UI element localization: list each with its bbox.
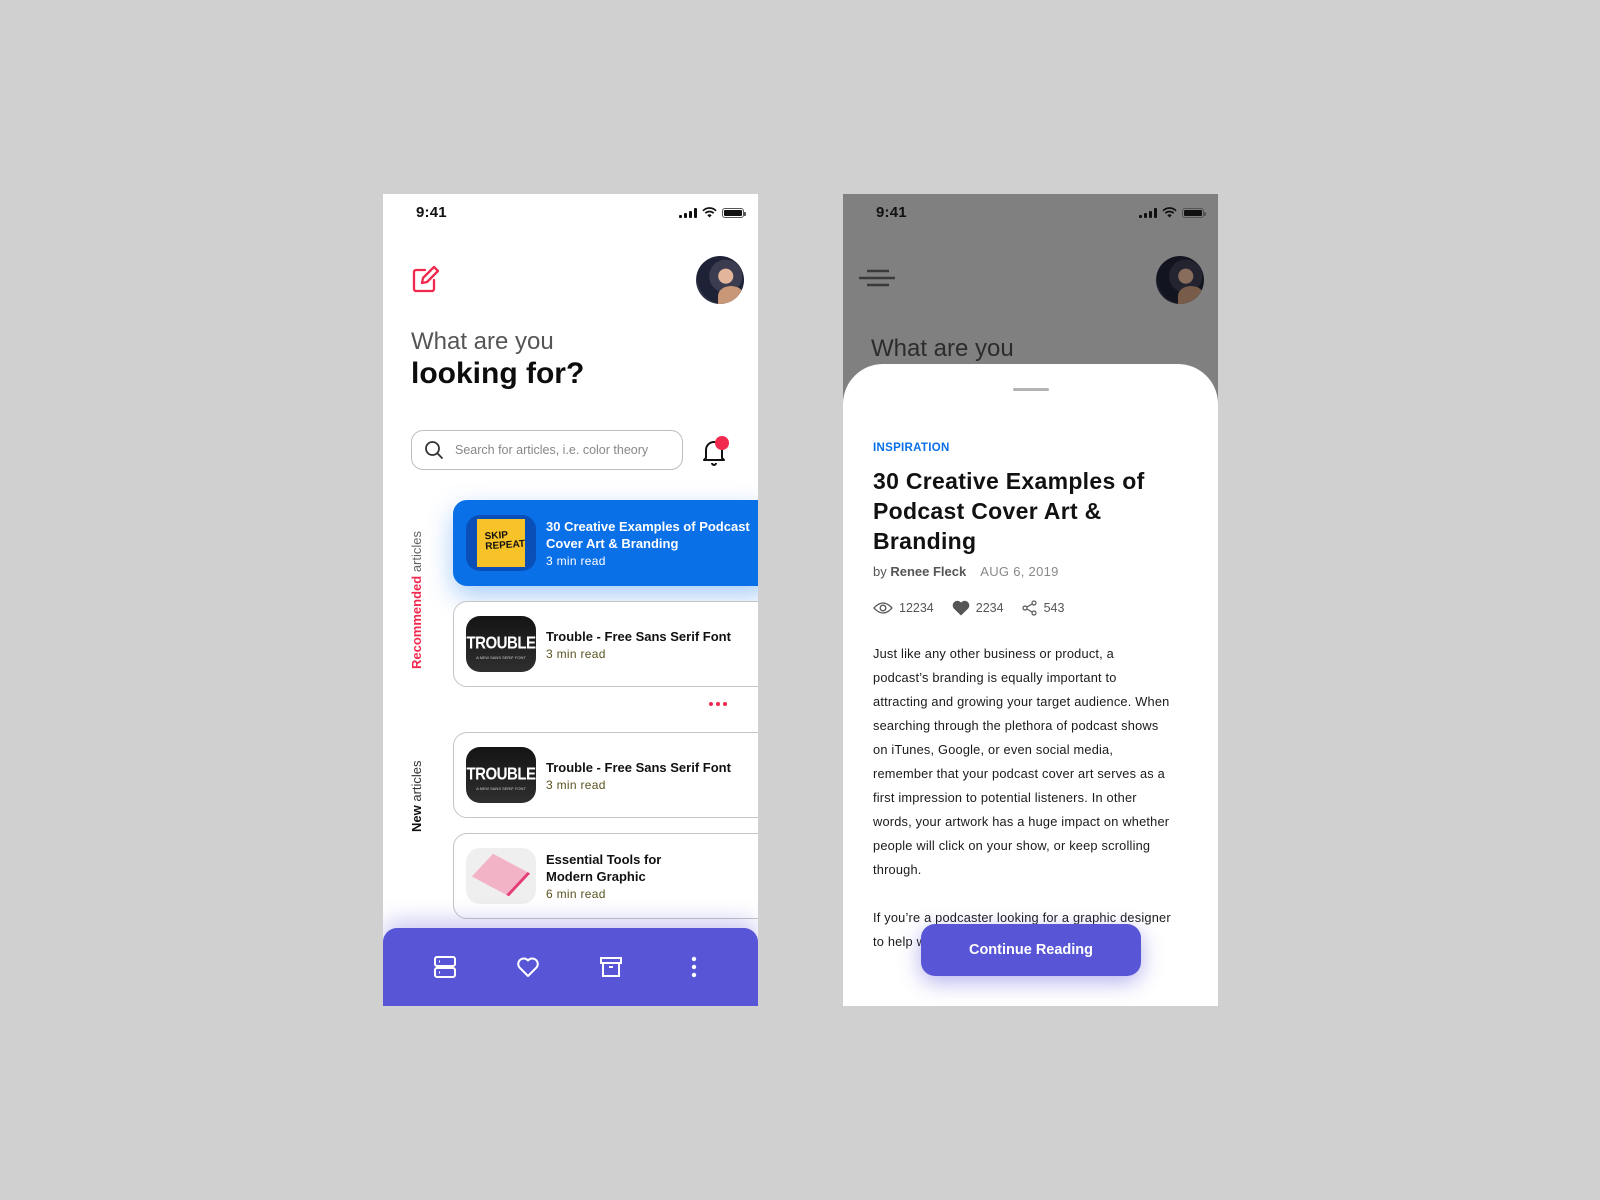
- stack-icon: [433, 956, 456, 978]
- article-byline: by Renee Fleck AUG 6, 2019: [873, 564, 1059, 579]
- heading-line-1: What are you: [411, 328, 554, 355]
- likes-stat[interactable]: 2234: [952, 600, 1004, 616]
- tab-more[interactable]: [679, 952, 709, 982]
- article-title: 30 Creative Examples of Podcast Cover Ar…: [873, 468, 1145, 554]
- article-stats: 12234 2234 543: [873, 600, 1082, 616]
- search-input[interactable]: [455, 443, 665, 457]
- status-bar: 9:41: [843, 194, 1218, 230]
- signal-icon: [1139, 207, 1157, 218]
- article-card[interactable]: TROUBLE A NEW SANS SERIF FONT Trouble - F…: [453, 601, 758, 687]
- continue-reading-button[interactable]: Continue Reading: [921, 924, 1141, 976]
- status-bar: 9:41: [383, 194, 758, 230]
- notification-badge: [715, 436, 729, 450]
- search-bar[interactable]: [411, 430, 683, 470]
- article-paragraph: Just like any other business or product,…: [873, 646, 1170, 877]
- article-detail-screen: 9:41 What are you INSPIRATION 30 Creativ…: [843, 194, 1218, 1006]
- user-avatar[interactable]: [1156, 256, 1204, 304]
- wifi-icon: [702, 207, 717, 218]
- edit-icon[interactable]: [410, 264, 440, 294]
- article-thumbnail: SKIP REPEAT: [466, 515, 536, 571]
- background-heading: What are you: [871, 335, 1014, 362]
- drag-handle[interactable]: [1013, 388, 1049, 391]
- archive-icon: [600, 957, 623, 977]
- article-title: 30 Creative Examples of Podcast Cover Ar…: [546, 519, 750, 551]
- article-read-time: 3 min read: [546, 554, 606, 568]
- article-read-time: 6 min read: [546, 887, 606, 901]
- share-icon: [1021, 600, 1037, 616]
- article-card[interactable]: TROUBLE A NEW SANS SERIF FONT Trouble - F…: [453, 732, 758, 818]
- bottom-tab-bar: [383, 928, 758, 1006]
- tab-archive[interactable]: [596, 952, 626, 982]
- page-heading: What are you looking for?: [411, 328, 584, 391]
- heart-icon: [517, 957, 539, 977]
- battery-icon: [722, 207, 746, 218]
- more-dots-icon[interactable]: [709, 702, 727, 706]
- wifi-icon: [1162, 207, 1177, 218]
- article-thumbnail: TROUBLE A NEW SANS SERIF FONT: [466, 747, 536, 803]
- eye-icon: [873, 602, 893, 614]
- article-card[interactable]: SKIP REPEAT 30 Creative Examples of Podc…: [453, 500, 758, 586]
- search-icon: [425, 441, 443, 459]
- notifications-button[interactable]: [701, 436, 729, 466]
- views-stat: 12234: [873, 601, 934, 615]
- article-card[interactable]: Essential Tools for Modern Graphic 6 min…: [453, 833, 758, 919]
- section-label-new: New articles: [409, 760, 424, 832]
- battery-icon: [1182, 207, 1206, 218]
- user-avatar[interactable]: [696, 256, 744, 304]
- shares-stat[interactable]: 543: [1021, 600, 1064, 616]
- tab-favorites[interactable]: [513, 952, 543, 982]
- article-date: AUG 6, 2019: [980, 564, 1059, 579]
- menu-icon[interactable]: [859, 268, 895, 288]
- status-time: 9:41: [876, 204, 907, 221]
- more-vertical-icon: [692, 956, 697, 978]
- article-read-time: 3 min read: [546, 646, 606, 661]
- article-title: Trouble - Free Sans Serif Font: [546, 759, 731, 775]
- status-time: 9:41: [416, 204, 447, 221]
- tab-feed[interactable]: [430, 952, 460, 982]
- article-author[interactable]: Renee Fleck: [890, 564, 966, 579]
- signal-icon: [679, 207, 697, 218]
- heart-filled-icon: [952, 600, 970, 616]
- article-title: Trouble - Free Sans Serif Font: [546, 628, 731, 644]
- home-screen: 9:41 What are you looking for? Recommend…: [383, 194, 758, 1006]
- section-label-recommended: Recommended articles: [409, 531, 424, 669]
- heading-line-2: looking for?: [411, 357, 585, 390]
- article-thumbnail: TROUBLE A NEW SANS SERIF FONT: [466, 616, 536, 672]
- article-title: Essential Tools for Modern Graphic: [546, 852, 662, 884]
- article-category[interactable]: INSPIRATION: [873, 442, 950, 454]
- article-bottom-sheet: INSPIRATION 30 Creative Examples of Podc…: [843, 364, 1218, 1006]
- article-thumbnail: [466, 848, 536, 904]
- article-read-time: 3 min read: [546, 777, 606, 792]
